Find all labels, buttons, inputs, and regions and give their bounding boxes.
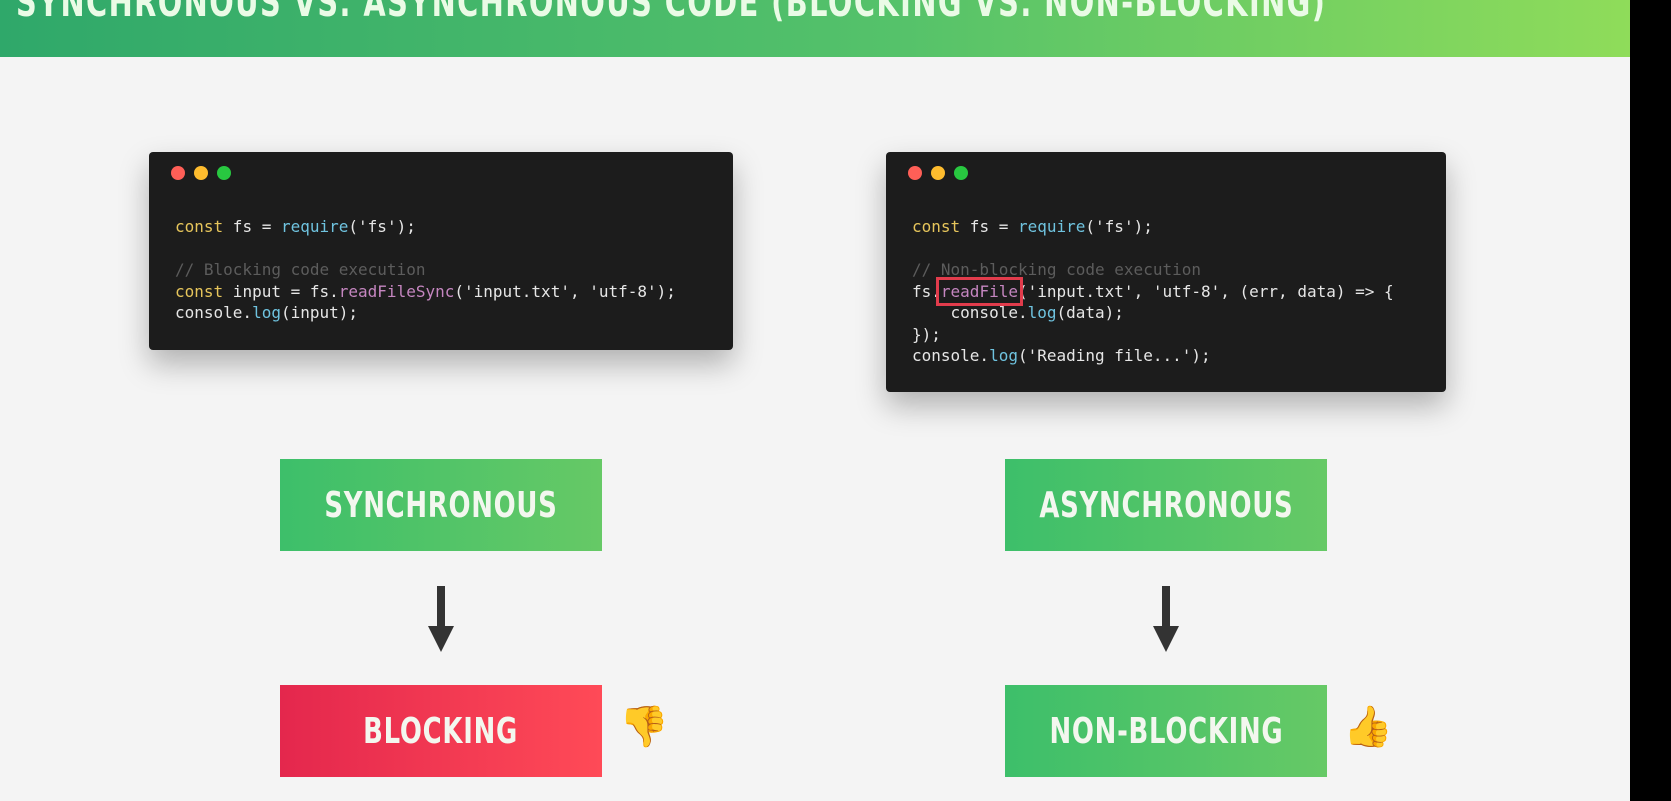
slide: SYNCHRONOUS VS. ASYNCHRONOUS CODE (BLOCK… xyxy=(0,0,1630,801)
thumbs-down-icon: 👎 xyxy=(619,704,669,750)
code-comment: // Blocking code execution xyxy=(175,260,426,279)
code-comment: // Non-blocking code execution xyxy=(912,260,1201,279)
non-blocking-label: NON-BLOCKING xyxy=(1005,685,1327,777)
code-line: const fs = require('fs'); xyxy=(175,217,416,236)
maximize-dot-icon xyxy=(954,166,968,180)
async-code-window: const fs = require('fs'); // Non-blockin… xyxy=(886,152,1446,392)
close-dot-icon xyxy=(171,166,185,180)
header-banner: SYNCHRONOUS VS. ASYNCHRONOUS CODE (BLOCK… xyxy=(0,0,1630,57)
synchronous-label: SYNCHRONOUS xyxy=(280,459,602,551)
window-controls xyxy=(171,166,231,180)
window-controls xyxy=(908,166,968,180)
sync-code-block: const fs = require('fs'); // Blocking co… xyxy=(175,216,676,324)
close-dot-icon xyxy=(908,166,922,180)
code-line: const fs = require('fs'); xyxy=(912,217,1153,236)
blocking-label: BLOCKING xyxy=(280,685,602,777)
maximize-dot-icon xyxy=(217,166,231,180)
code-line: console.log(input); xyxy=(175,303,359,322)
down-arrow-icon xyxy=(1153,586,1179,652)
code-line: console.log(data); xyxy=(912,303,1124,322)
minimize-dot-icon xyxy=(931,166,945,180)
code-line: }); xyxy=(912,324,941,344)
asynchronous-label: ASYNCHRONOUS xyxy=(1005,459,1327,551)
code-line: fs.readFile('input.txt', 'utf-8', (err, … xyxy=(912,276,1394,306)
readfile-highlight: readFile xyxy=(935,276,1023,306)
code-line: console.log('Reading file...'); xyxy=(912,346,1211,365)
down-arrow-icon xyxy=(428,586,454,652)
sync-code-window: const fs = require('fs'); // Blocking co… xyxy=(149,152,733,350)
code-line: const input = fs.readFileSync('input.txt… xyxy=(175,281,676,301)
minimize-dot-icon xyxy=(194,166,208,180)
async-code-block: const fs = require('fs'); // Non-blockin… xyxy=(912,216,1394,367)
thumbs-up-icon: 👍 xyxy=(1343,704,1393,750)
slide-title: SYNCHRONOUS VS. ASYNCHRONOUS CODE (BLOCK… xyxy=(16,0,1327,26)
